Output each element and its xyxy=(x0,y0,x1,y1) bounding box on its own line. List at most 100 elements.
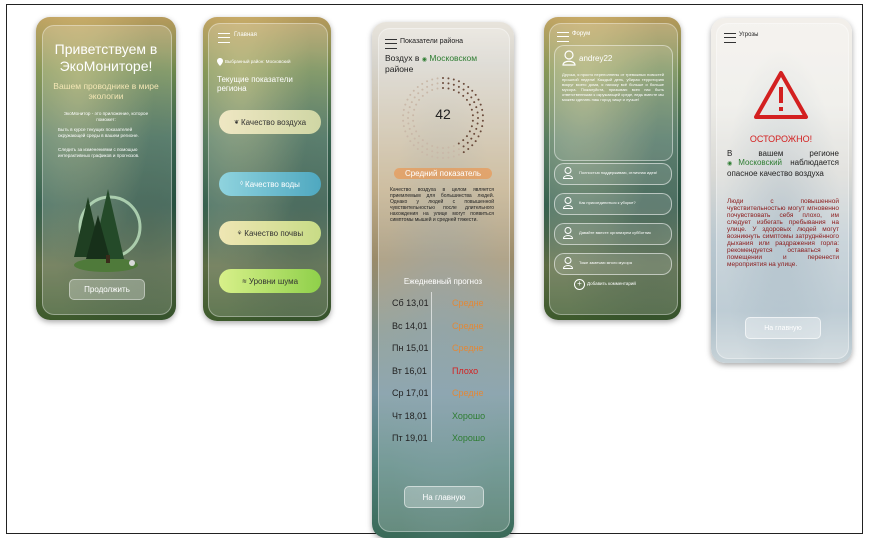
gauge-value: 42 xyxy=(435,106,451,122)
alert-title: ОСТОРОЖНО! xyxy=(749,134,813,144)
gauge-dot xyxy=(473,132,476,135)
home-region-line: Выбранный район: Московский xyxy=(225,59,291,64)
gauge-dot xyxy=(457,91,460,94)
water-quality-button[interactable]: ◊ Качество воды xyxy=(219,172,321,196)
alert-text: В вашем регионе ◉Московский наблюдается … xyxy=(727,149,839,178)
menu-icon[interactable] xyxy=(724,33,736,43)
gauge-dot xyxy=(407,122,410,125)
add-comment-row[interactable]: + Добавить комментарий xyxy=(574,279,664,290)
noise-level-button[interactable]: ≋ Уровни шума xyxy=(219,269,321,293)
forum-username[interactable]: andrey22 xyxy=(579,54,612,63)
gauge-dot xyxy=(409,140,412,143)
indicators-screen: Показатели района Воздух в ◉ Московском … xyxy=(372,22,514,538)
gauge-dot xyxy=(452,150,455,153)
plus-icon: + xyxy=(574,279,585,290)
gauge-dot xyxy=(479,103,482,106)
gauge-dot xyxy=(471,144,474,147)
welcome-subtitle: Вашем проводнике в мире экологии xyxy=(53,81,159,101)
water-quality-label: Качество воды xyxy=(245,179,300,189)
forecast-day: Вс 14,01 xyxy=(392,320,428,331)
gauge-dot xyxy=(473,101,476,104)
menu-icon[interactable] xyxy=(218,33,230,43)
status-label: Средний показатель xyxy=(394,168,492,179)
gauge-dot xyxy=(470,108,473,111)
gauge-dot xyxy=(452,78,455,81)
gauge-dot xyxy=(442,157,444,159)
forecast-value: Средне xyxy=(452,298,484,308)
gauge-dot xyxy=(481,125,484,128)
welcome-intro: ЭкоМонитор - это приложение, которое пом… xyxy=(63,111,149,122)
comment-item[interactable]: Как присоединиться к уборке? xyxy=(554,193,672,215)
gauge-dot xyxy=(416,85,419,88)
advice-text: Люди с повышенной чувствительностью могу… xyxy=(727,198,839,268)
gauge-dot xyxy=(466,92,469,95)
forecast-row: Вт 16,01 Плохо xyxy=(380,362,495,382)
gauge-dot xyxy=(452,155,455,158)
continue-button[interactable]: Продолжить xyxy=(69,279,145,300)
wind-icon: ❦ xyxy=(233,119,239,126)
home-section-title: Текущие показатели региона xyxy=(217,75,293,93)
gauge-dot xyxy=(421,88,424,91)
comment-item[interactable]: Тоже замечаю много мусора xyxy=(554,253,672,275)
gauge-dot xyxy=(457,85,460,88)
gauge-dot xyxy=(436,87,439,90)
location-pin-icon: ◉ xyxy=(421,57,427,63)
gauge-dot xyxy=(447,156,450,159)
soil-quality-label: Качество почвы xyxy=(244,228,304,238)
tree-icon xyxy=(74,189,142,272)
gauge-dot xyxy=(470,137,473,140)
gauge-dot xyxy=(442,77,444,79)
gauge-dot xyxy=(402,119,405,122)
drop-icon: ◊ xyxy=(240,181,244,187)
forecast-day: Ср 17,01 xyxy=(392,388,429,398)
forecast-value: Хорошо xyxy=(452,433,486,443)
gauge-dot xyxy=(476,122,479,125)
user-icon xyxy=(563,197,573,209)
gauge-dot xyxy=(468,130,471,133)
gauge-dot xyxy=(471,114,474,117)
forum-menu-title: Форум xyxy=(572,31,591,37)
gauge-dot xyxy=(442,82,444,84)
alert-region: Московский xyxy=(738,158,783,167)
menu-icon[interactable] xyxy=(557,32,569,42)
gauge-dot xyxy=(421,94,424,97)
gauge-dot xyxy=(462,94,465,97)
gauge-dot xyxy=(426,91,429,94)
gauge-dot xyxy=(452,144,455,147)
comment-item[interactable]: Давайте вместе организуем субботник xyxy=(554,223,672,245)
soil-quality-button[interactable]: ⚘ Качество почвы xyxy=(219,221,321,245)
gauge-dot xyxy=(426,80,429,83)
gauge-dot xyxy=(402,125,405,128)
gauge-dot xyxy=(412,114,415,117)
gauge-dot xyxy=(462,139,465,142)
location-pin-icon xyxy=(217,58,223,66)
forum-screen: Форум andrey22 Друзья, я просто переполн… xyxy=(544,17,681,320)
home-button[interactable]: На главную xyxy=(745,317,821,339)
gauge-dot xyxy=(457,148,460,151)
gauge-dot xyxy=(474,140,477,143)
menu-icon[interactable] xyxy=(385,39,397,49)
comment-item[interactable]: Полностью поддерживаю, отличная идея! xyxy=(554,163,672,185)
gauge-dot xyxy=(481,108,484,111)
gauge-dot xyxy=(465,98,468,101)
gauge-dot xyxy=(447,146,450,149)
gauge-dot xyxy=(431,89,434,92)
air-quality-button[interactable]: ❦ Качество воздуха xyxy=(219,110,321,134)
gauge-dot xyxy=(477,135,480,138)
gauge-dot xyxy=(408,106,411,109)
gauge-dot xyxy=(421,145,424,148)
gauge-dot xyxy=(476,111,479,114)
gauge-dot xyxy=(479,130,482,133)
forecast-value: Хорошо xyxy=(452,410,486,421)
gauge-dot xyxy=(410,132,413,135)
gauge-dot xyxy=(406,98,409,101)
noise-icon: ≋ xyxy=(241,278,247,285)
forecast-row: Вс 14,01 Средне xyxy=(380,317,495,337)
forecast-day: Чт 18,01 xyxy=(392,410,428,421)
gauge-dot xyxy=(412,144,415,147)
gauge-dot xyxy=(436,77,439,80)
gauge-dot xyxy=(447,77,450,80)
home-button[interactable]: На главную xyxy=(404,486,484,508)
gauge-dot xyxy=(447,82,450,85)
user-icon xyxy=(562,50,576,66)
